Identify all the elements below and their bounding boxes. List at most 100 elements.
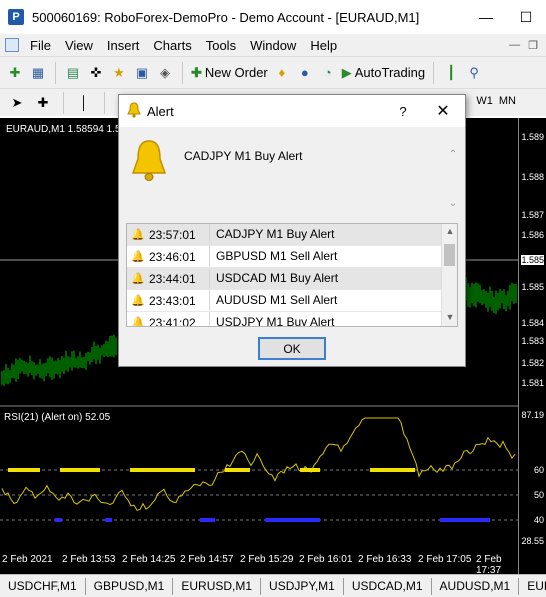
dialog-title-bar: Alert ? ✕: [119, 95, 465, 127]
autotrading-label: AutoTrading: [354, 65, 426, 80]
autotrading-button[interactable]: ▶ AutoTrading: [342, 65, 425, 81]
rsi-tick: 87.19: [521, 410, 544, 420]
time-label: 2 Feb 16:33: [358, 554, 412, 565]
zoom-icon[interactable]: ⚲: [465, 64, 483, 82]
alert-message-area: CADJPY M1 Buy Alert ⌃ ⌄: [119, 127, 465, 217]
crosshair-nav-icon[interactable]: ✜: [87, 64, 105, 82]
alert-list[interactable]: 🔔 23:57:01 CADJPY M1 Buy Alert 🔔 23:46:0…: [126, 223, 458, 327]
menu-bar: File View Insert Charts Tools Window Hel…: [0, 34, 546, 56]
title-bar: P 500060169: RoboForex-DemoPro - Demo Ac…: [0, 0, 546, 34]
market-icon[interactable]: ◔: [319, 64, 337, 82]
mdi-minimize-icon[interactable]: —: [509, 39, 520, 52]
time-label: 2 Feb 17:05: [418, 554, 472, 565]
document-icon[interactable]: [5, 38, 19, 52]
crosshair-icon[interactable]: ✚: [34, 94, 52, 112]
time-label: 2 Feb 2021: [2, 554, 53, 565]
mdi-restore-icon[interactable]: ❐: [528, 39, 538, 52]
alert-text: USDCAD M1 Buy Alert: [209, 268, 457, 289]
menu-file[interactable]: File: [23, 38, 58, 53]
menu-charts[interactable]: Charts: [146, 38, 198, 53]
toolbar-separator: [55, 61, 56, 84]
bell-icon: 🔔: [131, 273, 145, 285]
help-button[interactable]: ?: [385, 104, 421, 119]
toolbar-separator: [104, 91, 105, 114]
alert-time: 23:57:01: [149, 227, 196, 242]
alert-text: USDJPY M1 Buy Alert: [209, 312, 457, 326]
list-item[interactable]: 🔔 23:44:01 USDCAD M1 Buy Alert: [127, 268, 457, 290]
tab-eurgbp[interactable]: EURGB: [519, 578, 546, 595]
bar-chart-icon[interactable]: ┃: [442, 64, 460, 82]
timeframe-w1-button[interactable]: W1: [476, 95, 493, 107]
window-title: 500060169: RoboForex-DemoPro - Demo Acco…: [32, 9, 420, 25]
tab-usdchf[interactable]: USDCHF,M1: [0, 577, 86, 595]
cursor-icon[interactable]: ➤: [8, 94, 26, 112]
alert-text: GBPUSD M1 Sell Alert: [209, 246, 457, 267]
new-chart-icon[interactable]: ✚: [6, 64, 24, 82]
market-watch-icon[interactable]: ▤: [64, 64, 82, 82]
metaeditor-icon[interactable]: ♦: [273, 64, 291, 82]
menu-help[interactable]: Help: [303, 38, 344, 53]
rsi-tick: 60: [533, 465, 544, 475]
navigator-star-icon[interactable]: ★: [110, 64, 128, 82]
price-tick: 1.584: [521, 318, 544, 328]
list-item[interactable]: 🔔 23:43:01 AUDUSD M1 Sell Alert: [127, 290, 457, 312]
toolbar-separator: [63, 91, 64, 114]
minimize-button[interactable]: —: [466, 0, 506, 34]
new-order-button[interactable]: ✚ New Order: [191, 65, 268, 81]
tab-audusd[interactable]: AUDUSD,M1: [432, 577, 520, 595]
terminal-icon[interactable]: ▣: [133, 64, 151, 82]
tab-usdjpy[interactable]: USDJPY,M1: [261, 577, 344, 595]
price-tick: 1.581: [521, 378, 544, 388]
price-tick: 1.586: [521, 230, 544, 240]
scroll-up-icon[interactable]: ⌃: [449, 149, 457, 160]
profiles-icon[interactable]: ▦: [29, 64, 47, 82]
bell-icon: 🔔: [131, 295, 145, 307]
menu-insert[interactable]: Insert: [100, 38, 147, 53]
menu-view[interactable]: View: [58, 38, 100, 53]
rsi-tick: 28.55: [521, 536, 544, 546]
price-tick: 1.589: [521, 132, 544, 142]
price-tick: 1.583: [521, 336, 544, 346]
new-order-icon: ✚: [191, 64, 202, 80]
rsi-indicator-label: RSI(21) (Alert on) 52.05: [4, 412, 111, 423]
time-label: 2 Feb 16:01: [299, 554, 353, 565]
bell-icon: 🔔: [131, 229, 145, 241]
bell-icon: [127, 101, 141, 121]
dialog-title: Alert: [147, 103, 174, 119]
signals-icon[interactable]: ●: [296, 64, 314, 82]
price-axis: 1.589 1.588 1.587 1.586 1.585 1.585 1.58…: [518, 118, 546, 574]
menu-tools[interactable]: Tools: [199, 38, 243, 53]
tab-usdcad[interactable]: USDCAD,M1: [344, 577, 432, 595]
tab-eurusd[interactable]: EURUSD,M1: [173, 577, 262, 595]
alert-text: CADJPY M1 Buy Alert: [209, 224, 457, 245]
maximize-button[interactable]: ☐: [506, 0, 546, 34]
timeframe-mn-button[interactable]: MN: [499, 95, 516, 107]
time-label: 2 Feb 14:57: [180, 554, 234, 565]
price-tick: 1.582: [521, 358, 544, 368]
list-scrollbar[interactable]: ▲ ▼: [441, 224, 457, 326]
alert-time: 23:46:01: [149, 249, 196, 264]
rsi-tick: 40: [533, 515, 544, 525]
list-item[interactable]: 🔔 23:57:01 CADJPY M1 Buy Alert: [127, 224, 457, 246]
scroll-thumb[interactable]: [444, 244, 455, 266]
time-label: 2 Feb 15:29: [240, 554, 294, 565]
ok-button[interactable]: OK: [258, 337, 326, 360]
menu-window[interactable]: Window: [243, 38, 303, 53]
list-item[interactable]: 🔔 23:41:02 USDJPY M1 Buy Alert: [127, 312, 457, 326]
strategy-tester-icon[interactable]: ◈: [156, 64, 174, 82]
scroll-down-icon[interactable]: ⌄: [449, 198, 457, 209]
tab-gbpusd[interactable]: GBPUSD,M1: [86, 577, 174, 595]
price-tick: 1.588: [521, 172, 544, 182]
scroll-down-icon[interactable]: ▼: [442, 312, 457, 322]
symbol-tabs-bar: USDCHF,M1 GBPUSD,M1 EURUSD,M1 USDJPY,M1 …: [0, 574, 546, 597]
price-tick: 1.587: [521, 210, 544, 220]
message-scrollbar[interactable]: ⌃ ⌄: [445, 149, 461, 209]
scroll-up-icon[interactable]: ▲: [442, 226, 457, 236]
alert-bell-icon: [131, 140, 167, 181]
alert-message: CADJPY M1 Buy Alert: [184, 149, 303, 163]
alert-text: AUDUSD M1 Sell Alert: [209, 290, 457, 311]
close-button[interactable]: ✕: [421, 101, 465, 121]
metatrader-icon: P: [8, 9, 24, 25]
vertical-line-icon[interactable]: │: [75, 94, 93, 112]
list-item[interactable]: 🔔 23:46:01 GBPUSD M1 Sell Alert: [127, 246, 457, 268]
